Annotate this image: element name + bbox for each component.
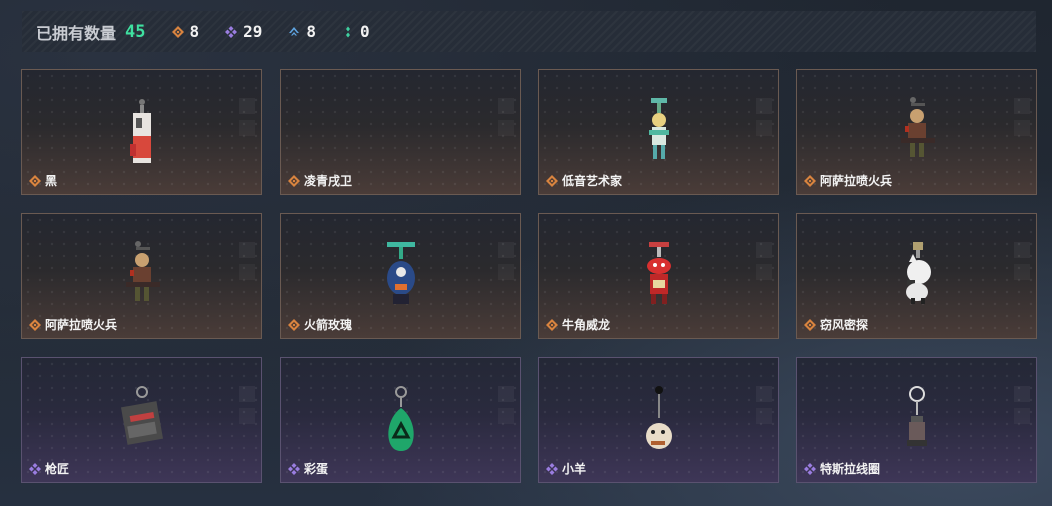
teal-figure-charm-icon: [648, 98, 669, 159]
stat-purple-value: 29: [243, 22, 263, 41]
charm-card[interactable]: 小羊: [538, 357, 779, 483]
collection-summary-bar: 已拥有数量 45 8 29 8 0: [22, 11, 1036, 52]
charm-card[interactable]: 火箭玫瑰: [280, 213, 521, 339]
orange-diamond-icon: [29, 174, 41, 187]
card-label: 彩蛋: [288, 460, 328, 477]
stat-green-value: 0: [360, 22, 370, 41]
charm-card[interactable]: 阿萨拉喷火兵: [21, 213, 262, 339]
charm-name: 火箭玫瑰: [304, 318, 353, 332]
purple-cluster-icon: [546, 462, 558, 475]
red-white-canister-charm-icon: [129, 99, 151, 163]
orange-diamond-icon: [804, 318, 816, 331]
owned-label: 已拥有数量: [36, 23, 117, 43]
charm-card[interactable]: 凌青戌卫: [280, 69, 521, 195]
card-decoration: [756, 408, 772, 424]
soldier-figure-charm-icon: [125, 241, 160, 301]
stat-orange: 8: [171, 22, 200, 41]
stat-blue: 8: [288, 22, 316, 41]
charm-name: 黑: [45, 174, 58, 188]
card-label: 小羊: [546, 460, 586, 477]
card-decoration: [1014, 386, 1030, 402]
blue-chevron-icon: [289, 26, 300, 35]
card-decoration: [1014, 242, 1030, 258]
card-decoration: [498, 120, 514, 136]
stat-purple: 29: [225, 22, 262, 41]
card-label: 火箭玫瑰: [288, 316, 352, 333]
orange-diamond-icon: [29, 318, 41, 331]
charm-card[interactable]: 低音艺术家: [538, 69, 779, 195]
blue-robot-charm-icon: [386, 242, 415, 304]
card-decoration: [1014, 120, 1030, 136]
red-dragon-charm-icon: [646, 242, 671, 304]
card-decoration: [756, 264, 772, 280]
charm-name: 牛角威龙: [562, 318, 611, 332]
charm-card[interactable]: 彩蛋: [280, 357, 521, 483]
card-decoration: [498, 408, 514, 424]
card-decoration: [498, 386, 514, 402]
orange-diamond-icon: [546, 318, 558, 331]
card-label: 黑: [29, 172, 57, 189]
card-decoration: [756, 98, 772, 114]
charm-name: 枪匠: [45, 462, 70, 476]
coil-charm-icon: [906, 386, 927, 446]
charm-card[interactable]: 特斯拉线圈: [796, 357, 1037, 483]
card-label: 特斯拉线圈: [804, 460, 880, 477]
charm-name: 凌青戌卫: [304, 174, 353, 188]
charm-name: 彩蛋: [304, 462, 329, 476]
owned-count: 45: [125, 21, 146, 42]
stat-green: 0: [342, 22, 370, 41]
card-decoration: [498, 98, 514, 114]
charm-name: 阿萨拉喷火兵: [820, 174, 893, 188]
card-decoration: [1014, 98, 1030, 114]
purple-cluster-icon: [288, 462, 300, 475]
sheep-charm-icon: [645, 386, 672, 449]
orange-diamond-icon: [288, 174, 300, 187]
charm-card[interactable]: 牛角威龙: [538, 213, 779, 339]
card-label: 窃风密探: [804, 316, 868, 333]
charm-name: 阿萨拉喷火兵: [45, 318, 118, 332]
charm-card[interactable]: 窃风密探: [796, 213, 1037, 339]
purple-cluster-icon: [804, 462, 816, 475]
dark-crate-charm-icon: [120, 386, 163, 445]
charm-card[interactable]: 黑: [21, 69, 262, 195]
charm-card[interactable]: 阿萨拉喷火兵: [796, 69, 1037, 195]
card-decoration: [239, 264, 255, 280]
orange-diamond-icon: [171, 25, 184, 38]
card-decoration: [239, 242, 255, 258]
card-label: 凌青戌卫: [288, 172, 352, 189]
card-decoration: [756, 120, 772, 136]
charm-name: 特斯拉线圈: [820, 462, 881, 476]
card-decoration: [498, 242, 514, 258]
purple-cluster-icon: [29, 462, 41, 475]
card-label: 牛角威龙: [546, 316, 610, 333]
card-decoration: [756, 386, 772, 402]
stat-orange-value: 8: [189, 22, 200, 41]
charm-card[interactable]: 枪匠: [21, 357, 262, 483]
card-decoration: [756, 242, 772, 258]
card-decoration: [1014, 264, 1030, 280]
soldier-figure-charm-icon: [900, 97, 935, 157]
stat-blue-value: 8: [306, 22, 317, 41]
card-label: 枪匠: [29, 460, 69, 477]
card-label: 阿萨拉喷火兵: [804, 172, 892, 189]
charm-name: 低音艺术家: [562, 174, 623, 188]
green-dots-icon: [346, 26, 351, 37]
card-decoration: [239, 408, 255, 424]
card-decoration: [239, 386, 255, 402]
green-egg-charm-icon: [387, 386, 414, 451]
card-decoration: [239, 120, 255, 136]
orange-diamond-icon: [546, 174, 558, 187]
card-decoration: [498, 264, 514, 280]
charm-name: 窃风密探: [820, 318, 869, 332]
card-decoration: [239, 98, 255, 114]
card-label: 低音艺术家: [546, 172, 622, 189]
charm-name: 小羊: [562, 462, 587, 476]
purple-cluster-icon: [225, 25, 238, 38]
white-cat-charm-icon: [905, 242, 931, 304]
orange-diamond-icon: [804, 174, 816, 187]
card-decoration: [1014, 408, 1030, 424]
orange-diamond-icon: [288, 318, 300, 331]
card-label: 阿萨拉喷火兵: [29, 316, 117, 333]
